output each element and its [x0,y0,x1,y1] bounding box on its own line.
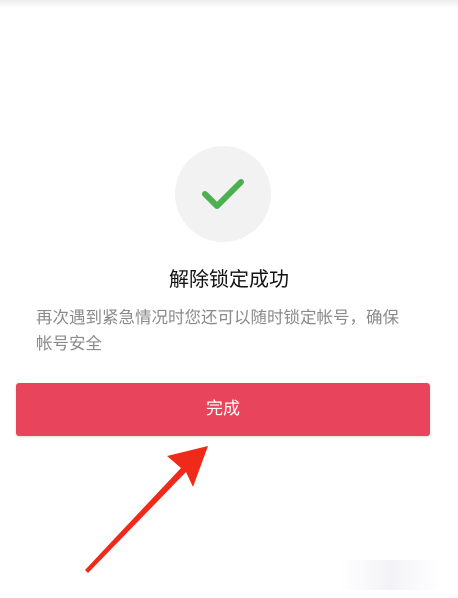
blurred-watermark [340,560,440,590]
result-description: 再次遇到紧急情况时您还可以随时锁定帐号，确保帐号安全 [36,308,399,353]
red-arrow-icon [85,446,208,573]
check-icon [202,179,244,209]
done-button[interactable]: 完成 [16,383,430,436]
top-shadow [0,0,458,8]
success-status-circle [175,146,271,242]
result-title: 解除锁定成功 [169,267,289,291]
